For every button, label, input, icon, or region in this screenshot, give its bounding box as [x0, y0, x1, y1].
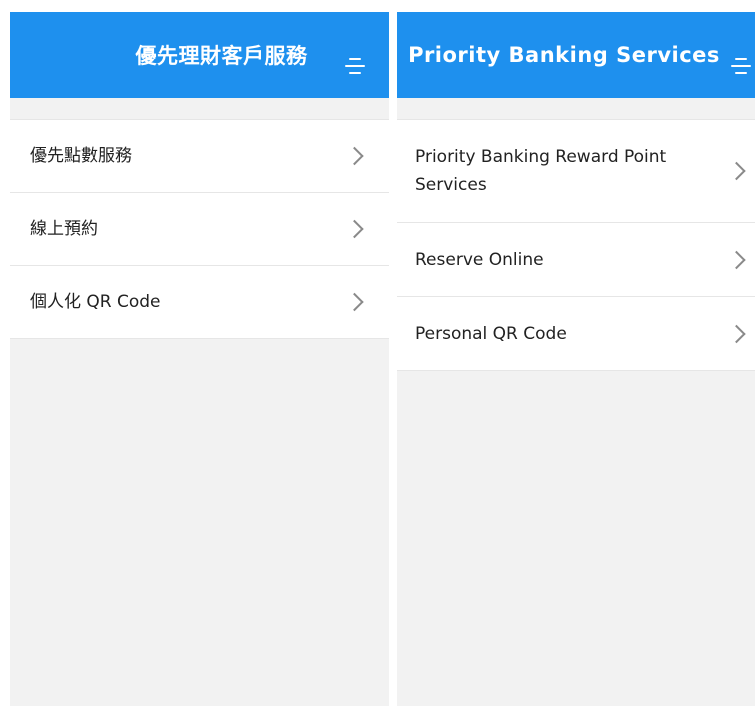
chevron-right-icon — [345, 146, 364, 166]
chevron-right-icon — [345, 219, 364, 239]
list-item-label: Reserve Online — [415, 249, 544, 270]
list-item-label: Personal QR Code — [415, 323, 567, 344]
service-list: 優先點數服務 線上預約 個人化 QR Code — [10, 119, 389, 339]
screen-chinese: 優先理財客戶服務 優先點數服務 線上預約 個人化 QR Code — [10, 12, 389, 706]
page-title: 優先理財客戶服務 — [135, 44, 308, 68]
chevron-right-icon — [727, 161, 746, 181]
service-list: Priority Banking Reward Point Services R… — [397, 119, 755, 371]
list-item-label: 線上預約 — [30, 219, 98, 239]
page-title: Priority Banking Services — [408, 43, 720, 67]
app-header: 優先理財客戶服務 — [10, 12, 389, 98]
chevron-right-icon — [727, 324, 746, 343]
list-item-qr-code[interactable]: 個人化 QR Code — [10, 266, 389, 339]
list-item-reward-points[interactable]: 優先點數服務 — [10, 120, 389, 193]
list-item-reserve-online[interactable]: Reserve Online — [397, 223, 755, 297]
chevron-right-icon — [727, 250, 746, 269]
list-item-reward-points[interactable]: Priority Banking Reward Point Services — [397, 120, 755, 223]
chevron-right-icon — [345, 292, 364, 312]
list-item-label: Priority Banking Reward Point Services — [415, 147, 667, 195]
stage: 優先理財客戶服務 優先點數服務 線上預約 個人化 QR Code Priorit… — [0, 0, 755, 706]
screen-english: Priority Banking Services Priority Banki… — [397, 12, 755, 706]
menu-icon[interactable] — [729, 54, 753, 78]
list-item-label: 優先點數服務 — [30, 146, 132, 166]
list-item-label: 個人化 QR Code — [30, 292, 161, 312]
app-header: Priority Banking Services — [397, 12, 755, 98]
list-item-qr-code[interactable]: Personal QR Code — [397, 297, 755, 371]
menu-icon[interactable] — [343, 54, 367, 78]
list-item-reserve-online[interactable]: 線上預約 — [10, 193, 389, 266]
